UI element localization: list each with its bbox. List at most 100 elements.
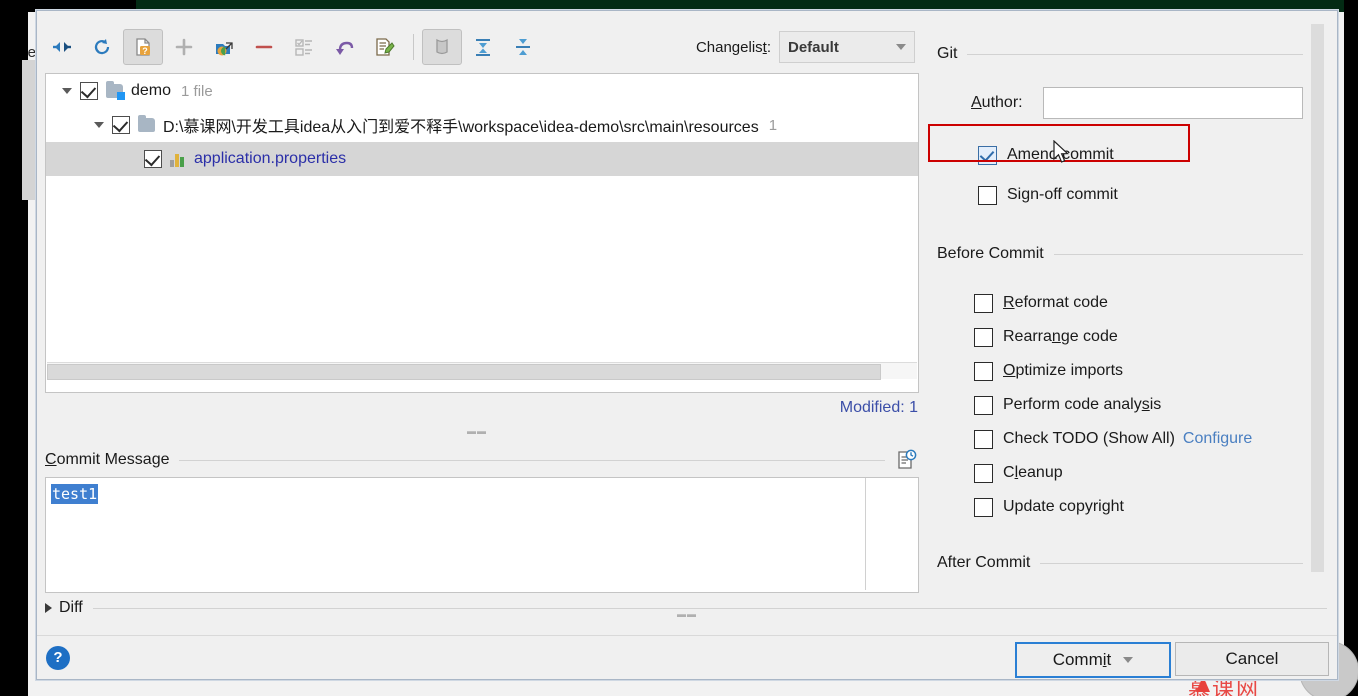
collapse-all-icon[interactable] (504, 30, 542, 64)
modified-count-status: Modified: 1 (839, 399, 918, 416)
optimize-imports-row[interactable]: Optimize imports (974, 358, 1123, 384)
module-folder-icon (106, 81, 125, 100)
ide-side-tab-label: e (27, 44, 36, 61)
tree-checkbox-demo[interactable] (80, 82, 98, 100)
changelist-area: Changelist: Default (696, 31, 923, 63)
tree-label-file: application.properties (194, 150, 347, 167)
rearrange-code-row[interactable]: Rearrange code (974, 324, 1118, 350)
folder-icon (138, 115, 155, 132)
reformat-code-label: Reformat code (1003, 294, 1108, 311)
sign-off-commit-label: Sign-off commit (1007, 186, 1118, 203)
commit-message-rule (179, 459, 885, 461)
delete-icon[interactable] (245, 30, 283, 64)
after-commit-title: After Commit (937, 554, 1031, 571)
optimize-imports-label: Optimize imports (1003, 362, 1124, 379)
tree-checkbox-path[interactable] (112, 116, 130, 134)
tree-row-file[interactable]: application.properties (46, 142, 918, 176)
reformat-code-row[interactable]: Reformat code (974, 290, 1108, 316)
dialog-right-pane: Git Author: Amend commit Sign-off commit… (928, 11, 1337, 635)
update-copyright-checkbox[interactable] (974, 497, 993, 517)
svg-text:?: ? (142, 46, 148, 56)
screen: e 慕课网 ? Changelist: Default demo 1 file … (0, 0, 1358, 696)
cancel-button[interactable]: Cancel (1175, 642, 1329, 676)
optimize-imports-checkbox[interactable] (974, 361, 993, 381)
changes-toolbar: ? Changelist: Default (43, 25, 923, 69)
tree-label-demo: demo (131, 82, 172, 99)
sign-off-commit-checkbox-row[interactable]: Sign-off commit (978, 182, 1118, 208)
expand-toggle-path[interactable] (86, 122, 112, 128)
splitter-grip[interactable]: ▬▬ (467, 426, 487, 436)
changelist-label: Changelist: (695, 38, 771, 56)
cleanup-row[interactable]: Cleanup (974, 460, 1063, 486)
author-row: Author: (971, 87, 1303, 119)
update-copyright-row[interactable]: Update copyright (974, 494, 1124, 520)
check-todo-row[interactable]: Check TODO (Show All) Configure (974, 426, 1252, 452)
commit-message-input[interactable]: test1 (45, 477, 919, 593)
show-diff-icon[interactable] (43, 30, 81, 64)
commit-message-value: test1 (51, 484, 99, 504)
perform-code-analysis-checkbox[interactable] (974, 395, 993, 415)
perform-code-analysis-label: Perform code analysis (1003, 396, 1162, 413)
author-field[interactable] (1043, 87, 1303, 119)
chevron-right-icon (45, 603, 52, 613)
ide-right-dark-strip (1344, 0, 1358, 696)
tree-row-path[interactable]: D:\慕课网\开发工具idea从入门到爱不释手\workspace\idea-d… (46, 108, 918, 142)
check-todo-checkbox[interactable] (974, 429, 993, 449)
changelist-value: Default (788, 38, 839, 56)
changed-files-tree[interactable]: demo 1 file D:\慕课网\开发工具idea从入门到爱不释手\work… (45, 73, 919, 393)
after-commit-rule (1040, 562, 1303, 564)
commit-button-label: Commit (1052, 650, 1112, 669)
after-commit-group-header: After Commit (937, 554, 1303, 572)
ide-side-gutter (22, 60, 36, 200)
sign-off-commit-checkbox[interactable] (978, 185, 997, 205)
reformat-code-checkbox[interactable] (974, 293, 993, 313)
cleanup-checkbox[interactable] (974, 463, 993, 483)
right-panel-scrollbar-thumb[interactable] (1311, 24, 1324, 572)
chevron-down-icon (896, 44, 906, 50)
tree-meta-demo: 1 file (181, 82, 213, 100)
cleanup-label: Cleanup (1003, 464, 1063, 481)
unversioned-files-icon[interactable]: ? (123, 29, 163, 65)
dialog-footer: ? Commit Cancel (37, 635, 1337, 680)
perform-code-analysis-row[interactable]: Perform code analysis (974, 392, 1161, 418)
before-commit-title: Before Commit (937, 245, 1044, 262)
configure-todo-link[interactable]: Configure (1183, 430, 1252, 448)
move-to-changelist-icon[interactable] (205, 30, 243, 64)
git-group-rule (967, 53, 1303, 55)
before-commit-rule (1053, 253, 1303, 255)
message-history-icon[interactable] (895, 449, 917, 471)
author-label: Author: (971, 94, 1023, 111)
check-todo-label: Check TODO (Show All) (1003, 430, 1175, 447)
group-by-icon[interactable] (285, 30, 323, 64)
help-icon[interactable]: ? (46, 646, 70, 670)
commit-message-label: Commit Message (45, 451, 170, 468)
expand-toggle-demo[interactable] (54, 88, 80, 94)
diff-splitter-grip[interactable]: ▬▬ (677, 609, 697, 619)
edit-source-icon[interactable] (365, 30, 403, 64)
add-icon[interactable] (165, 30, 203, 64)
update-copyright-label: Update copyright (1003, 498, 1124, 515)
tree-scrollbar-thumb[interactable] (47, 364, 881, 380)
show-ignored-icon[interactable] (422, 29, 462, 65)
chevron-down-icon (1123, 657, 1134, 663)
refresh-icon[interactable] (83, 30, 121, 64)
dialog-left-pane: ? Changelist: Default demo 1 file D:\慕课网… (37, 11, 928, 635)
before-commit-group-header: Before Commit (937, 245, 1303, 263)
tree-row-demo[interactable]: demo 1 file (46, 74, 918, 108)
chevron-down-icon (62, 88, 72, 94)
tree-checkbox-file[interactable] (144, 150, 162, 168)
git-group-title: Git (937, 45, 958, 62)
tree-horizontal-scrollbar[interactable] (47, 362, 917, 380)
ide-left-dark-strip (0, 0, 22, 696)
diff-rule (92, 607, 1327, 609)
commit-message-header: Commit Message (45, 449, 917, 471)
expand-all-icon[interactable] (464, 30, 502, 64)
changelist-dropdown[interactable]: Default (779, 31, 915, 63)
commit-button[interactable]: Commit (1015, 642, 1171, 678)
rearrange-code-label: Rearrange code (1003, 328, 1118, 345)
tree-label-path: D:\慕课网\开发工具idea从入门到爱不释手\workspace\idea-d… (163, 119, 759, 136)
git-group-header: Git (937, 45, 1303, 63)
rearrange-code-checkbox[interactable] (974, 327, 993, 347)
rollback-icon[interactable] (325, 30, 363, 64)
commit-message-margin-line (865, 478, 866, 590)
